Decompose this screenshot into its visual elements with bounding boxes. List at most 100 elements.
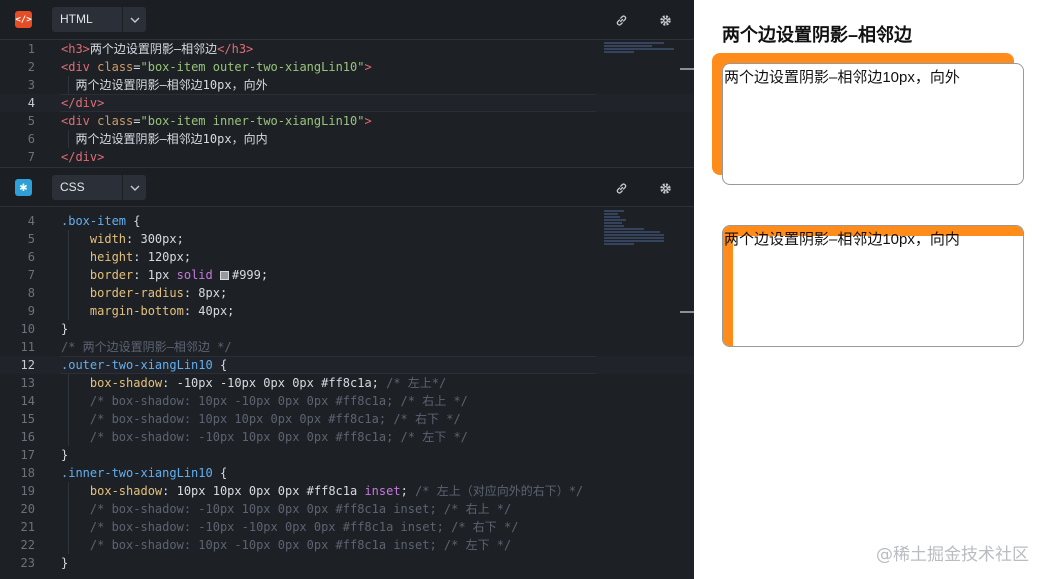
code-line: 7 border: 1px solid #999;	[0, 266, 694, 284]
line-number: 19	[20, 484, 35, 498]
line-number: 6	[27, 250, 35, 264]
line-number: 11	[20, 340, 35, 354]
code-text: box-shadow: 10px 10px 0px 0px #ff8c1a in…	[89, 484, 584, 498]
preview-pane: 两个边设置阴影–相邻边 两个边设置阴影–相邻边10px，向外 两个边设置阴影–相…	[694, 0, 1047, 579]
css-panel-header: ✱ CSS	[0, 167, 694, 207]
code-line: 1 <h3>两个边设置阴影–相邻边</h3>	[0, 40, 694, 58]
code-line: 2 <div class="box-item outer-two-xiangLin…	[0, 58, 694, 76]
code-text: box-shadow: -10px -10px 0px 0px #ff8c1a;…	[89, 376, 447, 390]
code-text: margin-bottom: 40px;	[89, 304, 235, 318]
outer-shadow-box: 两个边设置阴影–相邻边10px，向外	[722, 63, 1024, 185]
code-text: 两个边设置阴影–相邻边10px，向内	[61, 132, 268, 146]
code-line: 13 box-shadow: -10px -10px 0px 0px #ff8c…	[0, 374, 694, 392]
code-line: 5 <div class="box-item inner-two-xiangLin…	[0, 112, 694, 130]
code-text: <div class="box-item outer-two-xiangLin1…	[61, 60, 372, 74]
css-language-label: CSS	[52, 175, 123, 200]
code-line: 6 两个边设置阴影–相邻边10px，向内	[0, 130, 694, 148]
code-line: 22 /* box-shadow: 10px -10px 0px 0px #ff…	[0, 536, 694, 554]
line-number: 5	[27, 114, 35, 128]
line-number: 18	[20, 466, 35, 480]
line-number: 21	[20, 520, 35, 534]
code-line: 15 /* box-shadow: 10px 10px 0px 0px #ff8…	[0, 410, 694, 428]
code-line: 16 /* box-shadow: -10px 10px 0px 0px #ff…	[0, 428, 694, 446]
code-editor: </> HTML 1 <h3>两个边设置阴影–相邻边</h3> 2 <div cla…	[0, 0, 694, 579]
code-text: border-radius: 8px;	[89, 286, 228, 300]
line-number: 20	[20, 502, 35, 516]
code-text: 两个边设置阴影–相邻边10px，向外	[61, 78, 268, 92]
code-text: /* box-shadow: 10px -10px 0px 0px #ff8c1…	[61, 538, 512, 552]
line-number: 2	[27, 60, 35, 74]
line-number: 3	[27, 78, 35, 92]
css-asterisk-icon: ✱	[15, 179, 32, 196]
css-scrollbar[interactable]	[680, 311, 694, 313]
color-swatch[interactable]	[219, 271, 229, 280]
code-text: /* 两个边设置阴影–相邻边 */	[61, 340, 232, 354]
html-panel-header: </> HTML	[0, 0, 694, 40]
line-number: 17	[20, 448, 35, 462]
code-text: }	[61, 556, 69, 570]
html-language-label: HTML	[52, 7, 123, 32]
code-text: /* box-shadow: -10px 10px 0px 0px #ff8c1…	[61, 502, 512, 516]
code-line-active: 4 </div>	[0, 94, 694, 112]
gear-icon[interactable]	[656, 179, 674, 197]
html-code-icon: </>	[15, 11, 32, 28]
line-number: 6	[27, 132, 35, 146]
line-number: 12	[20, 358, 35, 372]
code-line: 5 width: 300px;	[0, 230, 694, 248]
line-number: 9	[27, 304, 35, 318]
code-text: width: 300px;	[89, 232, 184, 246]
code-line: 20 /* box-shadow: -10px 10px 0px 0px #ff…	[0, 500, 694, 518]
code-text: height: 120px;	[89, 250, 192, 264]
watermark: @稀土掘金技术社区	[876, 545, 1029, 565]
code-line: 19 box-shadow: 10px 10px 0px 0px #ff8c1a…	[0, 482, 694, 500]
code-line: 14 /* box-shadow: 10px -10px 0px 0px #ff…	[0, 392, 694, 410]
code-line: 11 /* 两个边设置阴影–相邻边 */	[0, 338, 694, 356]
html-code-area[interactable]: 1 <h3>两个边设置阴影–相邻边</h3> 2 <div class="box-i…	[0, 40, 694, 166]
code-text: }	[61, 322, 69, 336]
html-scrollbar[interactable]	[680, 68, 694, 70]
code-text: <div class="box-item inner-two-xiangLin1…	[61, 114, 372, 128]
line-number: 14	[20, 394, 35, 408]
code-line: 10}	[0, 320, 694, 338]
line-number: 7	[27, 268, 35, 282]
line-number: 22	[20, 538, 35, 552]
code-line: 18 .inner-two-xiangLin10 {	[0, 464, 694, 482]
css-language-select[interactable]: CSS	[52, 175, 146, 200]
code-text: </div>	[61, 96, 105, 110]
code-line: 23}	[0, 554, 694, 572]
code-text: </div>	[61, 150, 105, 164]
code-text: /* box-shadow: -10px 10px 0px 0px #ff8c1…	[61, 430, 468, 444]
line-number: 10	[20, 322, 35, 336]
code-line-active: 12 .outer-two-xiangLin10 {	[0, 356, 694, 374]
html-minimap[interactable]	[604, 42, 680, 54]
code-line: 7 </div>	[0, 148, 694, 166]
gear-icon[interactable]	[656, 11, 674, 29]
code-text: /* box-shadow: 10px -10px 0px 0px #ff8c1…	[61, 394, 468, 408]
code-line: 8 border-radius: 8px;	[0, 284, 694, 302]
line-number: 8	[27, 286, 35, 300]
html-language-select[interactable]: HTML	[52, 7, 146, 32]
code-text: .box-item {	[61, 214, 141, 228]
code-text: /* box-shadow: 10px 10px 0px 0px #ff8c1a…	[61, 412, 461, 426]
code-line: 21 /* box-shadow: -10px -10px 0px 0px #f…	[0, 518, 694, 536]
chevron-down-icon	[123, 17, 146, 23]
code-line: 3 两个边设置阴影–相邻边10px，向外	[0, 76, 694, 94]
code-line: 4 .box-item {	[0, 212, 694, 230]
inner-shadow-box: 两个边设置阴影–相邻边10px，向内	[722, 225, 1024, 347]
code-text: .inner-two-xiangLin10 {	[61, 466, 228, 480]
link-icon[interactable]	[612, 179, 630, 197]
preview-title: 两个边设置阴影–相邻边	[722, 25, 913, 45]
line-number: 23	[20, 556, 35, 570]
line-number: 1	[27, 42, 35, 56]
code-line: 17}	[0, 446, 694, 464]
line-number: 7	[27, 150, 35, 164]
line-number: 5	[27, 232, 35, 246]
css-minimap[interactable]	[604, 210, 680, 246]
line-number: 15	[20, 412, 35, 426]
css-code-area[interactable]: 4 .box-item { 5 width: 300px; 6 height: 1…	[0, 212, 694, 579]
line-number: 4	[27, 214, 35, 228]
code-text: /* box-shadow: -10px -10px 0px 0px #ff8c…	[61, 520, 519, 534]
code-line: 6 height: 120px;	[0, 248, 694, 266]
link-icon[interactable]	[612, 11, 630, 29]
line-number: 13	[20, 376, 35, 390]
